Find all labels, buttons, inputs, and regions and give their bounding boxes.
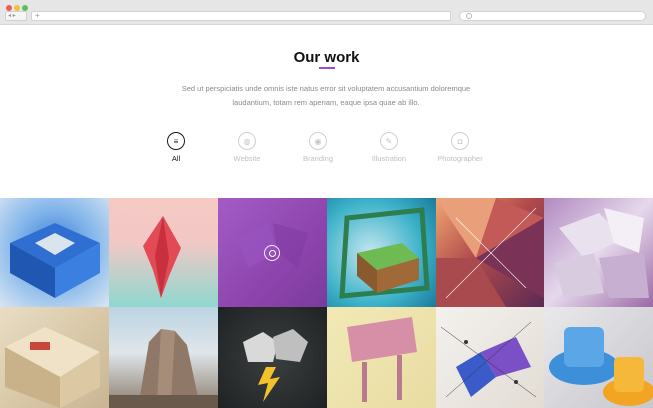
filter-label: Website <box>233 154 261 163</box>
building-artwork <box>5 327 100 408</box>
section-description: Sed ut perspiciatis unde omnis iste natu… <box>181 84 471 107</box>
back-forward-buttons[interactable]: ◂ ▸ <box>5 11 27 21</box>
gallery-item-geometric-shards[interactable] <box>436 198 544 307</box>
mountain-artwork <box>109 329 218 408</box>
gallery-item-red-crystal[interactable] <box>109 198 218 307</box>
network-artwork <box>440 321 537 398</box>
branding-icon: ◉ <box>309 132 327 150</box>
filter-label: Illustration <box>371 154 407 163</box>
gallery-item-lowpoly-rocks[interactable] <box>544 198 653 307</box>
address-bar[interactable]: + <box>31 11 451 21</box>
new-tab-icon[interactable]: + <box>35 11 40 20</box>
search-icon[interactable] <box>264 245 280 261</box>
gallery-item-blue-box[interactable] <box>0 198 109 307</box>
crystal-artwork <box>143 216 181 298</box>
section-title: Our work <box>293 49 360 66</box>
browser-search-bar[interactable] <box>459 11 646 21</box>
menu-icon: ≡ <box>167 132 185 150</box>
filter-branding[interactable]: ◉ Branding <box>278 132 358 163</box>
gallery-item-storm-clouds[interactable] <box>218 307 327 408</box>
search-icon <box>466 13 472 19</box>
browser-chrome: ◂ ▸ + <box>0 0 653 25</box>
filter-label: All <box>171 154 181 163</box>
island-artwork <box>339 207 430 299</box>
filter-label: Branding <box>302 154 334 163</box>
clouds-artwork <box>243 329 308 402</box>
gallery-item-mountain[interactable] <box>109 307 218 408</box>
title-underline <box>319 67 335 69</box>
gallery-item-isometric-building[interactable] <box>0 307 109 408</box>
gallery-item-purple-hover[interactable] <box>218 198 327 307</box>
gallery-item-polygon-network[interactable] <box>436 307 544 408</box>
filter-website[interactable]: ◍ Website <box>207 132 287 163</box>
globe-icon: ◍ <box>238 132 256 150</box>
gallery-item-pink-sign[interactable] <box>327 307 436 408</box>
gallery-item-hats[interactable] <box>544 307 653 408</box>
filter-label: Photographer <box>437 154 483 163</box>
shards-artwork <box>436 198 544 307</box>
gallery-item-island-frame[interactable] <box>327 198 436 307</box>
sign-artwork <box>347 317 417 402</box>
filter-all[interactable]: ≡ All <box>136 132 216 163</box>
camera-icon: ◘ <box>451 132 469 150</box>
pencil-icon: ✎ <box>380 132 398 150</box>
hats-artwork <box>549 327 653 406</box>
portfolio-gallery <box>0 198 653 408</box>
filter-photographer[interactable]: ◘ Photographer <box>420 132 500 163</box>
rocks-artwork <box>554 208 649 298</box>
filter-illustration[interactable]: ✎ Illustration <box>349 132 429 163</box>
blue-box-artwork <box>10 223 100 298</box>
